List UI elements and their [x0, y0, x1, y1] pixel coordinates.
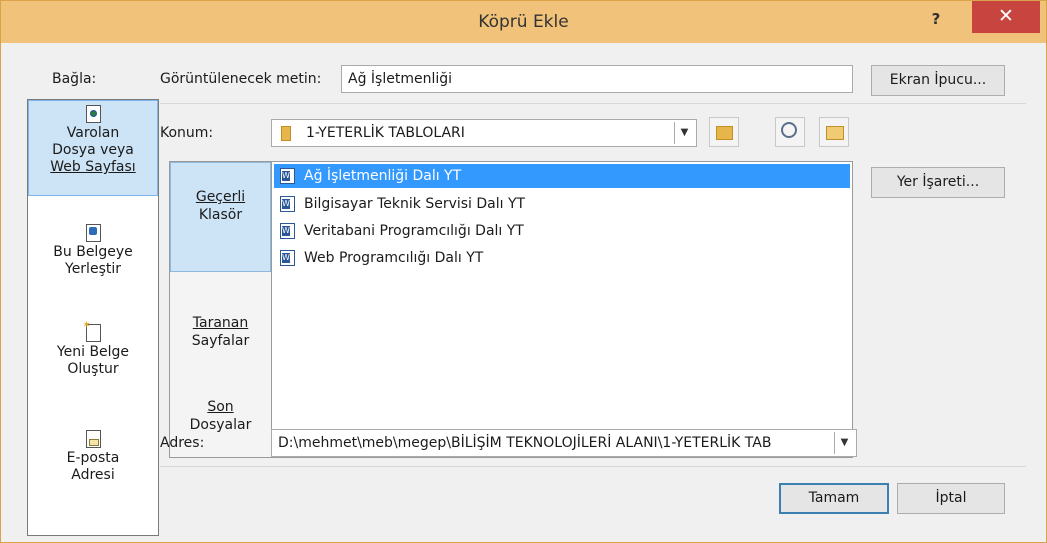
- chevron-down-icon[interactable]: ▼: [674, 122, 694, 144]
- chevron-down-icon[interactable]: ▼: [834, 432, 854, 454]
- link-create-new-document-label-2: Oluştur: [67, 361, 119, 377]
- current-folder-tab[interactable]: Geçerli Klasör: [170, 162, 271, 272]
- email-icon: [85, 430, 101, 448]
- screen-tip-button[interactable]: Ekran İpucu...: [871, 65, 1005, 96]
- word-document-icon: [280, 168, 295, 184]
- file-name: Web Programcılığı Dalı YT: [304, 250, 484, 266]
- file-list-item[interactable]: Veritabani Programcılığı Dalı YT: [274, 219, 850, 243]
- help-button[interactable]: ?: [916, 9, 956, 33]
- link-email-address-label-2: Adresi: [71, 467, 115, 483]
- look-in-value: 1-YETERLİK TABLOLARI: [306, 125, 465, 141]
- link-existing-file-label-3: Web Sayfası: [50, 159, 136, 175]
- separator: [160, 103, 1026, 104]
- link-email-address[interactable]: E-posta Adresi: [28, 430, 158, 484]
- word-document-icon: [280, 223, 295, 239]
- browsed-pages-label-2: Sayfalar: [191, 333, 250, 349]
- link-existing-file-label-1: Varolan: [66, 125, 120, 141]
- new-document-icon: ✶: [83, 321, 101, 342]
- file-list[interactable]: Ağ İşletmenliği Dalı YT Bilgisayar Tekni…: [271, 161, 853, 458]
- file-list-item[interactable]: Bilgisayar Teknik Servisi Dalı YT: [274, 192, 850, 216]
- file-list-item[interactable]: Ağ İşletmenliği Dalı YT: [274, 164, 850, 188]
- recent-files-label-2: Dosyalar: [189, 417, 252, 433]
- link-existing-file-label-2: Dosya veya: [52, 142, 134, 158]
- browse-panel: Geçerli Klasör Taranan Sayfalar Son Dosy…: [169, 161, 272, 458]
- file-name: Veritabani Programcılığı Dalı YT: [304, 223, 524, 239]
- look-in-combo[interactable]: 1-YETERLİK TABLOLARI ▼: [271, 119, 697, 147]
- existing-file-icon: [85, 105, 101, 123]
- up-folder-icon: [716, 126, 733, 140]
- link-existing-file[interactable]: Varolan Dosya veya Web Sayfası: [28, 100, 158, 196]
- browse-web-icon: [781, 122, 797, 138]
- folder-icon: [281, 126, 291, 141]
- ok-button[interactable]: Tamam: [779, 483, 889, 514]
- browse-web-button[interactable]: [775, 117, 805, 147]
- current-folder-label-1: Geçerli: [195, 189, 246, 205]
- display-text-label: Görüntülenecek metin:: [160, 71, 322, 87]
- cancel-button[interactable]: İptal: [897, 483, 1005, 514]
- link-create-new-document-label-1: Yeni Belge: [56, 344, 130, 360]
- link-place-in-document-label-2: Yerleştir: [65, 261, 121, 277]
- look-in-label: Konum:: [160, 125, 214, 141]
- link-to-label: Bağla:: [52, 71, 97, 87]
- file-name: Ağ İşletmenliği Dalı YT: [304, 168, 462, 184]
- link-email-address-label-1: E-posta: [66, 450, 120, 466]
- file-list-item[interactable]: Web Programcılığı Dalı YT: [274, 246, 850, 270]
- word-document-icon: [280, 196, 295, 212]
- browsed-pages-tab[interactable]: Taranan Sayfalar: [170, 314, 271, 350]
- link-place-in-document-label-1: Bu Belgeye: [53, 244, 133, 260]
- link-place-in-document[interactable]: Bu Belgeye Yerleştir: [28, 224, 158, 278]
- address-combo[interactable]: D:\mehmet\meb\megep\BİLİŞİM TEKNOLOJİLER…: [271, 429, 857, 457]
- recent-files-label-1: Son: [207, 399, 234, 415]
- up-folder-button[interactable]: [709, 117, 739, 147]
- browsed-pages-label-1: Taranan: [192, 315, 249, 331]
- open-folder-icon: [826, 126, 844, 140]
- browse-file-button[interactable]: [819, 117, 849, 147]
- place-in-document-icon: [85, 224, 101, 242]
- display-text-input[interactable]: Ağ İşletmenliği: [341, 65, 853, 93]
- file-name: Bilgisayar Teknik Servisi Dalı YT: [304, 196, 526, 212]
- title-bar[interactable]: Köprü Ekle ? ✕: [1, 1, 1046, 43]
- current-folder-label-2: Klasör: [198, 207, 243, 223]
- address-value: D:\mehmet\meb\megep\BİLİŞİM TEKNOLOJİLER…: [278, 435, 772, 451]
- dialog-title: Köprü Ekle: [478, 12, 569, 32]
- word-document-icon: [280, 250, 295, 266]
- recent-files-tab[interactable]: Son Dosyalar: [170, 398, 271, 434]
- link-create-new-document[interactable]: ✶ Yeni Belge Oluştur: [28, 321, 158, 378]
- link-to-panel: Varolan Dosya veya Web Sayfası Bu Belgey…: [27, 99, 159, 536]
- bookmark-button[interactable]: Yer İşareti...: [871, 167, 1005, 198]
- address-label: Adres:: [160, 435, 205, 451]
- insert-hyperlink-dialog: Köprü Ekle ? ✕ Bağla: Varolan Dosya veya…: [0, 0, 1047, 543]
- close-button[interactable]: ✕: [972, 1, 1040, 33]
- dialog-body: Bağla: Varolan Dosya veya Web Sayfası Bu…: [9, 43, 1040, 537]
- separator: [160, 466, 1026, 467]
